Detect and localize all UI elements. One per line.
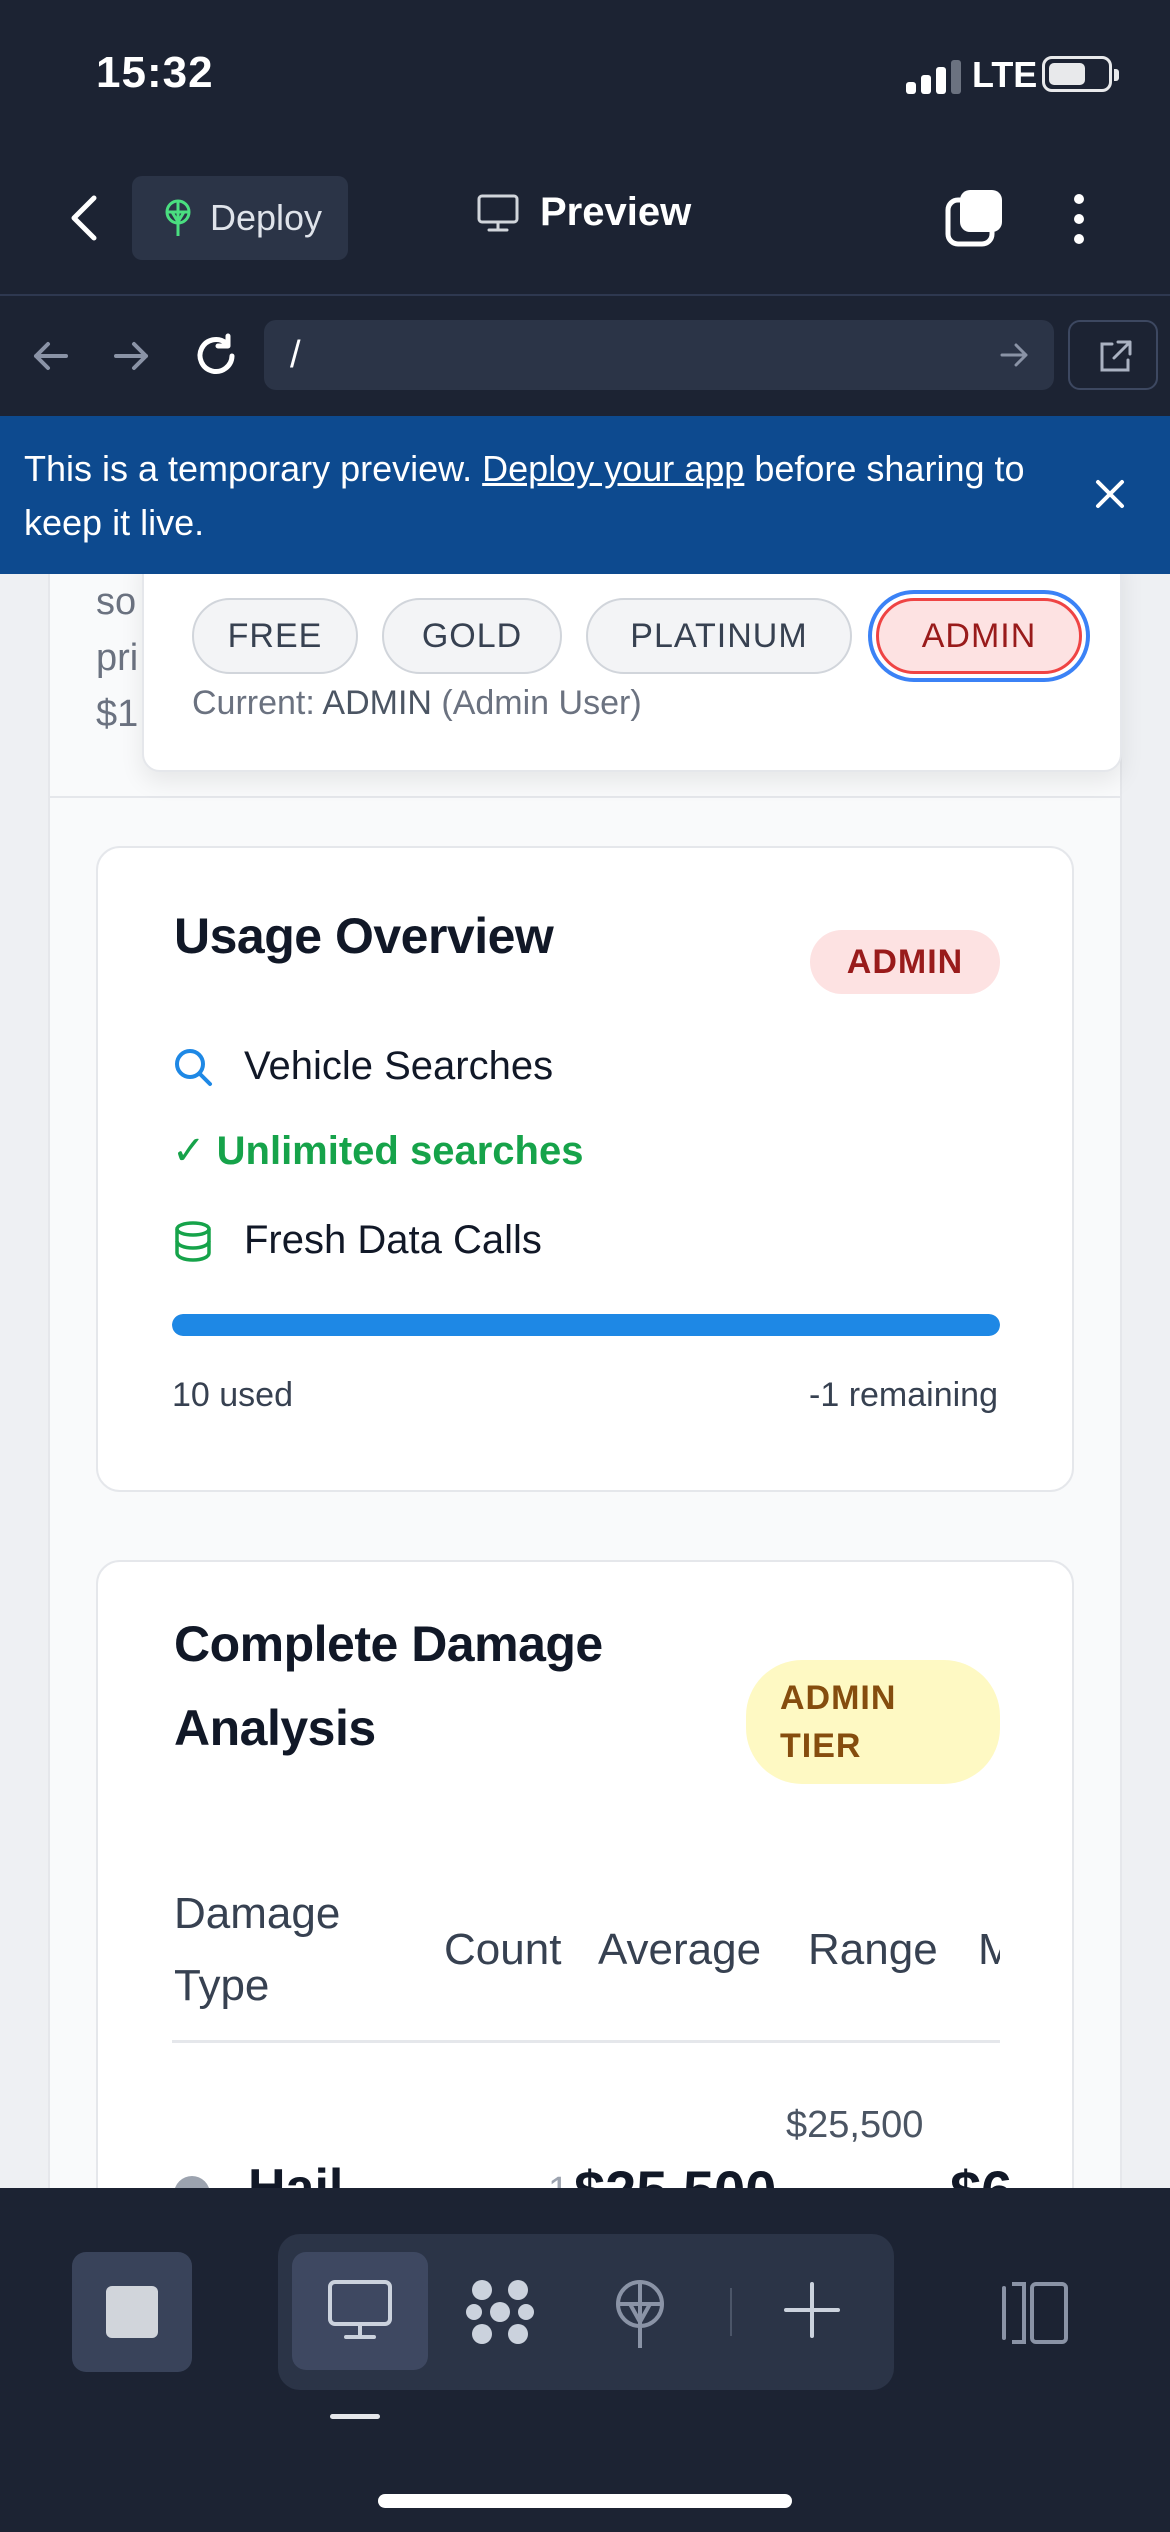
url-text: /: [290, 334, 301, 376]
usage-overview-title: Usage Overview: [174, 908, 554, 964]
home-indicator[interactable]: [378, 2494, 792, 2508]
column-header-range: Range: [808, 1925, 938, 1974]
monitor-icon: [328, 2280, 392, 2339]
tier-free-button[interactable]: FREE: [192, 598, 358, 674]
url-input[interactable]: /: [264, 320, 1054, 390]
kebab-dot-icon: [1074, 234, 1084, 244]
tier-platinum-button[interactable]: PLATINUM: [586, 598, 852, 674]
banner-text: This is a temporary preview.: [24, 448, 483, 489]
column-header-clip: M: [978, 1914, 1000, 1986]
signal-icon: [906, 58, 966, 94]
damage-analysis-card: Complete Damage Analysis ADMIN TIER Dama…: [96, 1560, 1074, 2188]
obscured-line: so: [96, 581, 137, 623]
preview-mode-button[interactable]: [292, 2252, 428, 2370]
battery-icon: [1042, 56, 1119, 92]
close-icon[interactable]: [1090, 474, 1130, 514]
deploy-button[interactable]: Deploy: [132, 176, 348, 260]
tabs-button[interactable]: [942, 186, 1006, 250]
more-options-button[interactable]: [1064, 188, 1094, 252]
active-tab-indicator: [330, 2414, 380, 2419]
count-cell: 1: [548, 2170, 569, 2188]
database-icon: [175, 1221, 211, 1262]
external-link-icon: [1100, 340, 1132, 372]
damage-table: Damage Type Count Average Range M $25,50…: [98, 1562, 1076, 2188]
kebab-dot-icon: [1074, 194, 1084, 204]
workspace-mode-button[interactable]: [430, 2252, 566, 2370]
url-bar: /: [0, 298, 1170, 416]
column-header-average: Average: [598, 1925, 762, 1974]
usage-overview-card: Usage Overview ADMIN Vehicle Searches ✓ …: [96, 846, 1074, 1492]
used-count: 10 used: [172, 1376, 293, 1414]
status-bar: 15:32 LTE: [0, 0, 1170, 150]
divider: [48, 796, 1122, 798]
temporary-preview-banner: This is a temporary preview. Deploy your…: [0, 416, 1170, 574]
deploy-icon: [616, 2280, 664, 2348]
current-tier-user: (Admin User): [431, 684, 642, 722]
open-external-button[interactable]: [1068, 320, 1158, 390]
stop-button[interactable]: [72, 2252, 192, 2372]
bottom-toolbar: [0, 2188, 1170, 2532]
fresh-data-progress-bar: [172, 1314, 1000, 1336]
obscured-text: so pri $1: [96, 574, 138, 742]
average-cell: $25,500: [574, 2158, 776, 2188]
search-icon: [175, 1049, 212, 1086]
obscured-line: $1: [96, 693, 139, 735]
network-type: LTE: [972, 54, 1038, 95]
obscured-line: pri: [96, 637, 139, 679]
tabs-icon: [945, 190, 1002, 247]
chevron-left-icon: [71, 195, 97, 241]
column-header-damage-type: Damage Type: [174, 1889, 341, 2010]
view-mode-group: [278, 2234, 894, 2390]
table-header-rule: [172, 2040, 1000, 2043]
preview-content: so pri $1 FREE GOLD PLATINUM ADMIN Curre…: [0, 574, 1170, 2188]
arrow-back-icon[interactable]: [26, 332, 74, 380]
tier-admin-button[interactable]: ADMIN: [876, 598, 1082, 674]
deploy-icon: [165, 199, 191, 236]
stop-icon: [106, 2286, 158, 2338]
tier-badge: ADMIN: [810, 930, 1000, 994]
column-header-count: Count: [444, 1925, 562, 1974]
fresh-data-calls-label: Fresh Data Calls: [244, 1218, 542, 1262]
deploy-label: Deploy: [210, 197, 323, 238]
current-tier-text: Current: ADMIN (Admin User): [192, 684, 642, 723]
preview-title-text: Preview: [540, 190, 692, 234]
workspace-icon: [466, 2280, 534, 2344]
app-bar: Deploy Preview: [0, 150, 1170, 296]
tier-gold-button[interactable]: GOLD: [382, 598, 562, 674]
current-tier-value: ADMIN: [322, 684, 432, 722]
refresh-icon[interactable]: [192, 332, 240, 380]
deploy-mode-button[interactable]: [574, 2252, 710, 2370]
sidebar-toggle-button[interactable]: [996, 2278, 1076, 2348]
progress-fill: [172, 1314, 1000, 1336]
vehicle-searches-label: Vehicle Searches: [244, 1044, 554, 1088]
status-time: 15:32: [96, 48, 214, 97]
kebab-dot-icon: [1074, 214, 1084, 224]
column-header-more: M: [978, 1925, 1000, 1974]
arrow-forward-icon[interactable]: [108, 332, 156, 380]
tier-selector: FREE GOLD PLATINUM ADMIN Current: ADMIN …: [142, 574, 1122, 772]
preview-title: Preview: [476, 190, 691, 235]
damage-type-cell: Hail: [248, 2159, 344, 2188]
unlimited-searches-status: ✓ Unlimited searches: [172, 1129, 584, 1173]
deploy-app-link[interactable]: Deploy your app: [482, 448, 744, 489]
range-cell: $25,500: [786, 2104, 924, 2146]
back-button[interactable]: [60, 188, 110, 248]
current-tier-label: Current:: [192, 684, 323, 722]
monitor-icon: [477, 194, 519, 231]
separator: [730, 2288, 732, 2336]
new-tab-button[interactable]: [746, 2252, 882, 2370]
banner-message: This is a temporary preview. Deploy your…: [24, 442, 1064, 550]
plus-icon: [784, 2282, 840, 2338]
damage-color-dot: [174, 2176, 210, 2188]
go-arrow-icon[interactable]: [998, 338, 1032, 372]
remaining-count: -1 remaining: [809, 1376, 998, 1414]
more-cell: $6: [950, 2158, 1012, 2188]
sidebar-icon: [1002, 2282, 1068, 2344]
